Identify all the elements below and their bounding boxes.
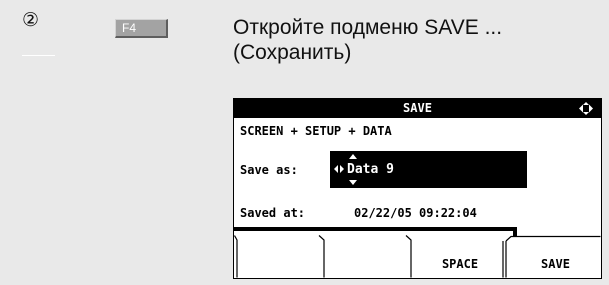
f4-key-button[interactable]: F4 (115, 19, 168, 38)
softkey-2-frame (318, 235, 325, 278)
four-way-arrows-icon (579, 102, 593, 115)
screen-separator (234, 227, 517, 231)
left-right-arrows-icon (334, 165, 344, 173)
screen-titlebar: SAVE (234, 99, 601, 118)
softkey-1-frame (234, 235, 238, 278)
save-content-label: SCREEN + SETUP + DATA (240, 124, 392, 138)
saved-at-label: Saved at: (240, 206, 306, 220)
softkey-space[interactable]: SPACE (414, 257, 506, 271)
save-as-label: Save as: (240, 163, 298, 177)
screen-title: SAVE (403, 101, 432, 115)
instruction-text: Откройте подменю SAVE ... (Сохранить) (233, 15, 593, 65)
instruction-line-1: Откройте подменю SAVE ... (233, 16, 503, 39)
instruction-line-2: (Сохранить) (233, 41, 352, 64)
divider-line (22, 55, 55, 56)
softkey-bar: SPACE SAVE (234, 235, 601, 278)
instrument-screen: SAVE SCREEN + SETUP + DATA Save as: Data… (233, 98, 602, 279)
save-as-name-field[interactable]: Data 9 (330, 151, 527, 188)
step-number: ② (22, 9, 40, 31)
save-as-name-value: Data 9 (347, 162, 394, 177)
softkey-save[interactable]: SAVE (510, 257, 601, 271)
saved-at-value: 02/22/05 09:22:04 (354, 206, 477, 220)
